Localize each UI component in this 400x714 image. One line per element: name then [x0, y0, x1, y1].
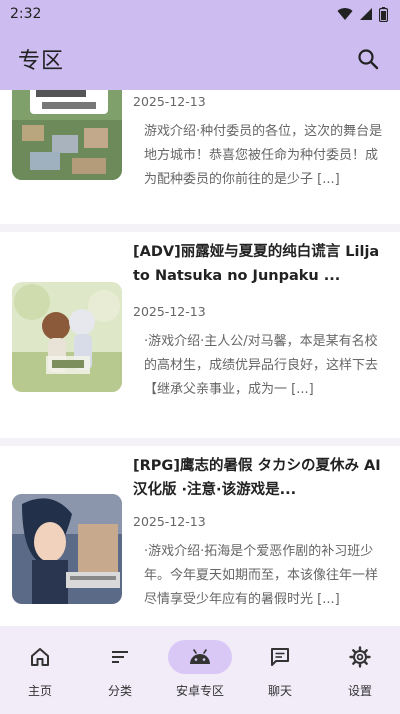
card-description: ·游戏介绍·主人公/对马馨，本是某有名校的高材生，成绩优异品行良好，这样下去【继… [144, 334, 379, 397]
nav-item-settings[interactable]: 设置 [324, 640, 396, 699]
card-title[interactable]: [RPG]鹰志的暑假 タカシの夏休み AI汉化版 ·注意·该游戏是... [133, 454, 388, 502]
signal-icon [360, 8, 372, 20]
nav-label-android: 安卓专区 [175, 684, 224, 698]
list-item[interactable]: 2025-12-13 游戏介绍·种付委员的各位，这次的舞台是地方城市！恭喜您被任… [0, 90, 400, 224]
wifi-icon [337, 8, 353, 20]
card-date: 2025-12-13 [133, 94, 206, 109]
list-item[interactable]: [ADV]丽露娅与夏夏的纯白谎言 Lilja to Natsuka no Jun… [0, 232, 400, 438]
nav-item-home[interactable]: 主页 [4, 640, 76, 699]
nav-item-chat[interactable]: 聊天 [244, 640, 316, 699]
app-bar: 专区 [0, 28, 400, 90]
nav-label-settings: 设置 [347, 684, 372, 698]
list-item[interactable]: [RPG]鹰志的暑假 タカシの夏休み AI汉化版 ·注意·该游戏是... 202… [0, 446, 400, 626]
nav-item-category[interactable]: 分类 [84, 640, 156, 699]
sort-icon [112, 651, 128, 663]
search-icon [358, 49, 379, 70]
card-date: 2025-12-13 [133, 304, 206, 319]
search-button[interactable] [352, 43, 384, 75]
card-date: 2025-12-13 [133, 514, 206, 529]
nav-label-chat: 聊天 [267, 684, 292, 698]
status-bar: 2:32 [0, 0, 400, 28]
thumbnail-image [12, 494, 122, 604]
settings-icon [349, 646, 371, 668]
nav-label-home: 主页 [27, 684, 52, 698]
nav-item-android[interactable]: 安卓专区 [164, 640, 236, 699]
home-icon [31, 648, 49, 666]
card-title[interactable]: [ADV]丽露娅与夏夏的纯白谎言 Lilja to Natsuka no Jun… [133, 240, 388, 288]
chat-icon [271, 648, 289, 666]
card-description: ·游戏介绍·拓海是个爱恶作剧的补习班少年。今年夏天如期而至，本该像往年一样尽情享… [144, 544, 379, 607]
status-time: 2:32 [10, 6, 42, 22]
status-icons [337, 6, 388, 22]
content-list[interactable]: 2025-12-13 游戏介绍·种付委员的各位，这次的舞台是地方城市！恭喜您被任… [0, 90, 400, 626]
android-icon [190, 649, 210, 664]
battery-icon [379, 6, 388, 22]
thumbnail-image [12, 90, 122, 180]
card-description: 游戏介绍·种付委员的各位，这次的舞台是地方城市！恭喜您被任命为种付委员！成为配种… [144, 124, 383, 187]
nav-label-category: 分类 [107, 684, 132, 698]
thumbnail-image [12, 282, 122, 392]
bottom-navigation: 主页 分类 安卓专区 聊天 设置 [0, 626, 400, 714]
page-title: 专区 [18, 49, 65, 74]
